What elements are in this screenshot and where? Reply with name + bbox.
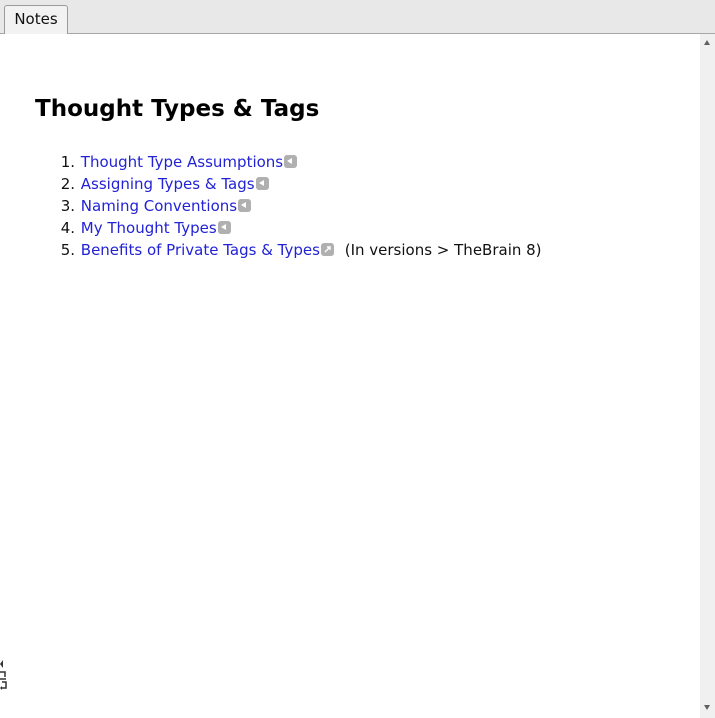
link-benefits-private-tags-types[interactable]: Benefits of Private Tags & Types: [81, 241, 320, 259]
back-link-icon[interactable]: [217, 221, 231, 234]
notes-window: Notes Thought Types & Tags 1. Thought Ty…: [0, 0, 715, 718]
list-item: 3. Naming Conventions: [35, 195, 542, 217]
link-naming-conventions[interactable]: Naming Conventions: [81, 197, 237, 215]
list-item: 2. Assigning Types & Tags: [35, 173, 542, 195]
back-link-icon[interactable]: [255, 177, 269, 190]
list-number: 2.: [60, 175, 75, 193]
list-number: 3.: [60, 197, 75, 215]
version-note: (In versions > TheBrain 8): [344, 241, 542, 259]
list-item: 5. Benefits of Private Tags & Types (In …: [35, 239, 542, 261]
notes-content[interactable]: Thought Types & Tags 1. Thought Type Ass…: [0, 34, 700, 718]
link-thought-type-assumptions[interactable]: Thought Type Assumptions: [81, 153, 283, 171]
vertical-scrollbar[interactable]: [700, 34, 715, 718]
link-assigning-types-tags[interactable]: Assigning Types & Tags: [81, 175, 255, 193]
external-link-icon[interactable]: [320, 243, 334, 256]
link-my-thought-types[interactable]: My Thought Types: [81, 219, 217, 237]
scroll-down-arrow-icon[interactable]: [704, 705, 710, 710]
back-link-icon[interactable]: [238, 199, 252, 212]
tab-notes[interactable]: Notes: [4, 5, 68, 34]
expand-collapse-icon[interactable]: [0, 660, 10, 694]
scroll-up-arrow-icon[interactable]: [704, 40, 710, 45]
list-number: 4.: [60, 219, 75, 237]
list-item: 1. Thought Type Assumptions: [35, 151, 542, 173]
tab-bar: Notes: [0, 0, 715, 34]
page-title: Thought Types & Tags: [35, 96, 320, 122]
list-item: 4. My Thought Types: [35, 217, 542, 239]
back-link-icon[interactable]: [284, 155, 298, 168]
table-of-contents: 1. Thought Type Assumptions 2. Assigning…: [35, 151, 542, 261]
list-number: 1.: [60, 153, 75, 171]
list-number: 5.: [60, 241, 75, 259]
